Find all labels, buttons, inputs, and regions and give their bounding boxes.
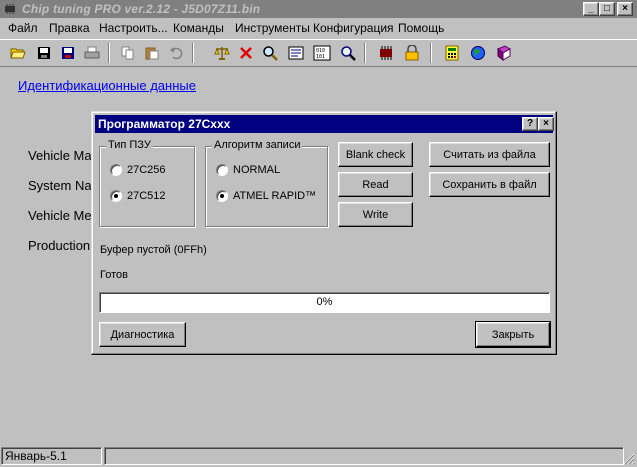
dialog-close-icon[interactable]: × [538, 117, 554, 131]
progress-bar: 0% [99, 292, 550, 313]
close-button[interactable]: Закрыть [475, 321, 551, 348]
programmer-dialog: Программатор 27Cxxx ? × Тип ПЗУ 27C256 2… [91, 111, 557, 355]
radio-27c512-label: 27C512 [127, 190, 166, 202]
menu-commands[interactable]: Команды [173, 21, 224, 35]
calculator-icon[interactable] [442, 43, 462, 63]
find-icon[interactable] [338, 43, 358, 63]
algorithm-group: Алгоритм записи NORMAL ATMEL RAPID™ [205, 139, 328, 227]
read-button[interactable]: Read [338, 172, 413, 197]
system-name-label: System Na [28, 178, 92, 193]
progress-label: 0% [316, 296, 333, 308]
delete-icon[interactable] [236, 43, 256, 63]
scales-icon[interactable] [212, 43, 232, 63]
radio-27c256-indicator[interactable] [110, 164, 122, 176]
radio-atmel-rapid-label: ATMEL RAPID™ [233, 190, 317, 202]
status-bar: Январь-5.1 [0, 445, 637, 467]
menu-file[interactable]: Файл [8, 21, 38, 35]
read-from-file-button[interactable]: Считать из файла [429, 142, 550, 167]
blank-check-button[interactable]: Blank check [338, 142, 413, 167]
copy-icon[interactable] [118, 43, 138, 63]
paste-icon[interactable] [142, 43, 162, 63]
production-label: Production [28, 238, 91, 253]
radio-normal[interactable]: NORMAL [216, 164, 280, 176]
help-button[interactable]: ? [522, 117, 538, 131]
window-title: Chip tuning PRO ver.2.12 - J5D07Z11.bin [22, 2, 261, 16]
radio-atmel-rapid-indicator[interactable] [216, 190, 228, 202]
radio-27c512-indicator[interactable] [110, 190, 122, 202]
rom-type-legend: Тип ПЗУ [106, 139, 153, 151]
maximize-button[interactable]: □ [599, 2, 615, 16]
binary-icon[interactable]: 010 101 [312, 43, 332, 63]
menu-configuration[interactable]: Конфигурация [313, 21, 394, 35]
zoom-icon[interactable] [260, 43, 280, 63]
radio-normal-indicator[interactable] [216, 164, 228, 176]
radio-27c512[interactable]: 27C512 [110, 190, 166, 202]
web-icon[interactable] [468, 43, 488, 63]
open-icon[interactable] [8, 43, 28, 63]
resize-grip-icon[interactable] [623, 453, 635, 465]
radio-27c256[interactable]: 27C256 [110, 164, 166, 176]
dialog-title-bar[interactable]: Программатор 27Cxxx ? × [95, 115, 554, 133]
vehicle-model-label: Vehicle Me [28, 208, 92, 223]
book-icon[interactable] [494, 43, 514, 63]
chip-icon[interactable] [376, 43, 396, 63]
menu-help[interactable]: Помощь [398, 21, 444, 35]
radio-normal-label: NORMAL [233, 164, 281, 176]
chip-app-icon [5, 4, 15, 14]
save-as-icon[interactable] [58, 43, 78, 63]
status-left: Январь-5.1 [1, 447, 102, 465]
save-icon[interactable] [34, 43, 54, 63]
menu-edit[interactable]: Правка [49, 21, 90, 35]
identification-link[interactable]: Идентификационные данные [18, 78, 196, 93]
radio-27c256-label: 27C256 [127, 164, 166, 176]
buffer-status: Буфер пустой (0FFh) [100, 244, 207, 256]
status-text: Готов [100, 269, 128, 281]
minimize-button[interactable]: _ [583, 2, 599, 16]
close-window-button[interactable]: × [617, 2, 633, 16]
undo-icon[interactable] [166, 43, 186, 63]
dialog-title: Программатор 27Cxxx [98, 117, 231, 131]
menu-settings[interactable]: Настроить... [99, 21, 168, 35]
toolbar: 010 101 [0, 39, 637, 67]
write-button[interactable]: Write [338, 202, 413, 227]
save-to-file-button[interactable]: Сохранить в файл [429, 172, 550, 197]
vehicle-manufacturer-label: Vehicle Ma [28, 148, 92, 163]
document-icon[interactable] [286, 43, 306, 63]
rom-type-group: Тип ПЗУ 27C256 27C512 [99, 139, 195, 227]
diagnostics-button[interactable]: Диагностика [99, 322, 186, 347]
print-icon[interactable] [82, 43, 102, 63]
algorithm-legend: Алгоритм записи [212, 139, 303, 151]
status-main [104, 447, 624, 465]
svg-text:101: 101 [316, 54, 325, 60]
lock-icon[interactable] [402, 43, 422, 63]
main-title-bar[interactable]: Chip tuning PRO ver.2.12 - J5D07Z11.bin … [0, 0, 637, 18]
menu-tools[interactable]: Инструменты [235, 21, 310, 35]
radio-atmel-rapid[interactable]: ATMEL RAPID™ [216, 190, 316, 202]
menu-bar: Файл Правка Настроить... Команды Инструм… [0, 19, 637, 38]
